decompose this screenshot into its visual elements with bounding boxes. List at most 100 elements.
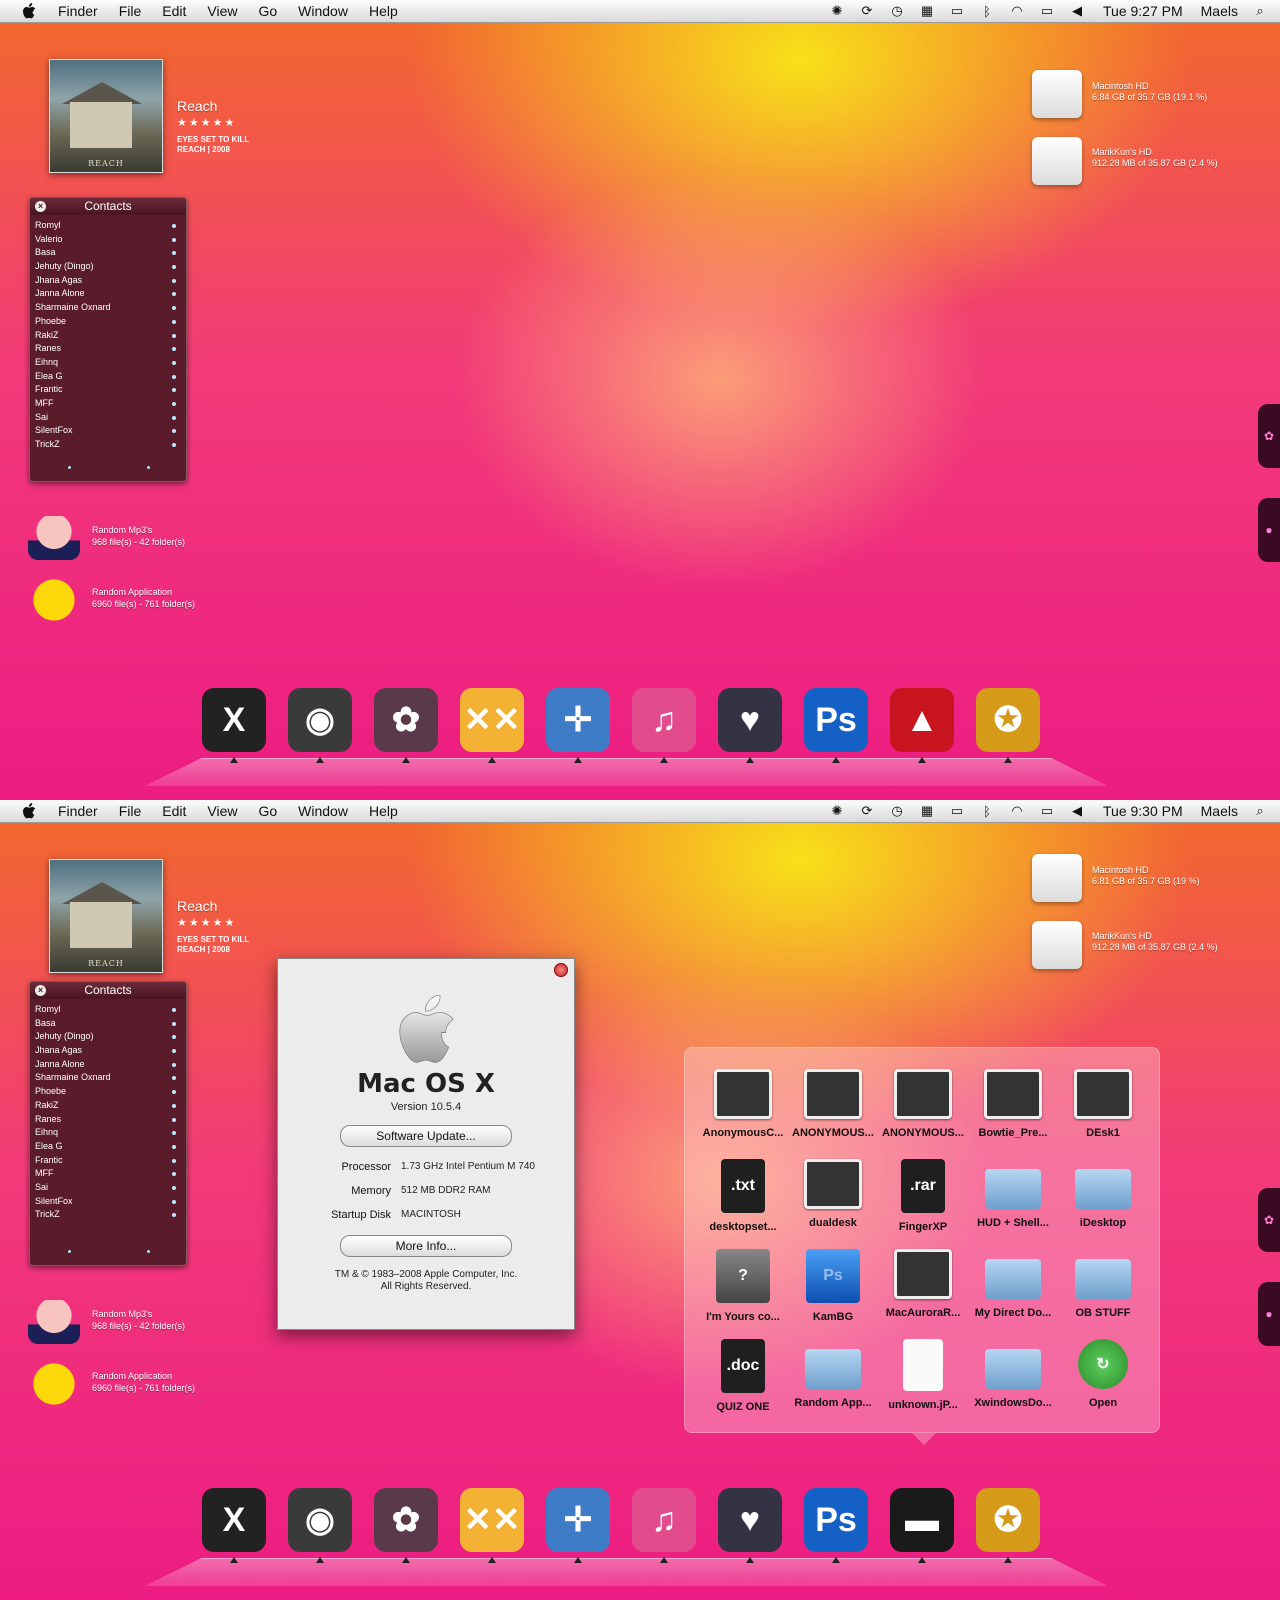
menu-user[interactable]: Maels bbox=[1201, 3, 1238, 19]
apple-menu-icon[interactable] bbox=[18, 3, 40, 19]
contact-item[interactable]: Janna Alone bbox=[35, 287, 178, 301]
stack-item[interactable]: AnonymousC... bbox=[698, 1065, 788, 1155]
contact-item[interactable]: Frantic bbox=[35, 1154, 178, 1168]
fan-icon[interactable]: ✺ bbox=[829, 803, 845, 819]
side-drawer-tab[interactable]: ✿ bbox=[1258, 1188, 1280, 1252]
dock-item[interactable]: ✿ bbox=[370, 1481, 442, 1563]
time-machine-icon[interactable]: ◷ bbox=[889, 803, 905, 819]
close-icon[interactable]: × bbox=[35, 985, 46, 996]
monster-icon[interactable] bbox=[28, 1362, 80, 1406]
dock-item[interactable]: ♫ bbox=[628, 1481, 700, 1563]
hard-drive-icon[interactable] bbox=[1032, 137, 1082, 185]
contact-item[interactable]: Jehuty (Dingo) bbox=[35, 1030, 178, 1044]
apple-menu-icon[interactable] bbox=[18, 803, 40, 819]
track-rating[interactable]: ★★★★★ bbox=[177, 116, 236, 129]
album-art[interactable]: REACH bbox=[49, 859, 163, 973]
contact-item[interactable]: TrickZ bbox=[35, 438, 178, 452]
battery-icon[interactable]: ▭ bbox=[1039, 803, 1055, 819]
side-drawer-tab[interactable]: ● bbox=[1258, 498, 1280, 562]
contact-item[interactable]: Sai bbox=[35, 411, 178, 425]
contact-item[interactable]: Basa bbox=[35, 246, 178, 260]
contact-item[interactable]: MFF bbox=[35, 397, 178, 411]
fan-icon[interactable]: ✺ bbox=[829, 3, 845, 19]
contact-item[interactable]: Sharmaine Oxnard bbox=[35, 301, 178, 315]
dock-item[interactable]: ♥ bbox=[714, 681, 786, 763]
contact-item[interactable]: RakiZ bbox=[35, 1099, 178, 1113]
menu-clock[interactable]: Tue 9:30 PM bbox=[1103, 803, 1183, 819]
dock-item[interactable]: X bbox=[198, 681, 270, 763]
menu-file[interactable]: File bbox=[119, 3, 142, 19]
contact-item[interactable]: Eihnq bbox=[35, 1126, 178, 1140]
menu-view[interactable]: View bbox=[207, 3, 237, 19]
contact-item[interactable]: Sai bbox=[35, 1181, 178, 1195]
menu-user[interactable]: Maels bbox=[1201, 803, 1238, 819]
contact-item[interactable]: SilentFox bbox=[35, 424, 178, 438]
contact-item[interactable]: Frantic bbox=[35, 383, 178, 397]
hard-drive-icon[interactable] bbox=[1032, 921, 1082, 969]
sync-icon[interactable]: ⟳ bbox=[859, 803, 875, 819]
bluetooth-icon[interactable]: ᛒ bbox=[979, 3, 995, 19]
stack-item[interactable]: XwindowsDo... bbox=[968, 1335, 1058, 1425]
menu-go[interactable]: Go bbox=[258, 803, 277, 819]
stack-item[interactable]: unknown.jP... bbox=[878, 1335, 968, 1425]
dock-item[interactable]: ✪ bbox=[972, 681, 1044, 763]
menu-finder[interactable]: Finder bbox=[58, 803, 98, 819]
stack-item[interactable]: My Direct Do... bbox=[968, 1245, 1058, 1335]
side-drawer-tab[interactable]: ✿ bbox=[1258, 404, 1280, 468]
contact-item[interactable]: Valerio bbox=[35, 233, 178, 247]
dock-item[interactable]: ◉ bbox=[284, 1481, 356, 1563]
display-icon[interactable]: ▭ bbox=[949, 3, 965, 19]
contact-item[interactable]: Phoebe bbox=[35, 315, 178, 329]
wifi-icon[interactable]: ◠ bbox=[1009, 3, 1025, 19]
contact-item[interactable]: MFF bbox=[35, 1167, 178, 1181]
contact-item[interactable]: RakiZ bbox=[35, 329, 178, 343]
stack-item[interactable]: Bowtie_Pre... bbox=[968, 1065, 1058, 1155]
menu-help[interactable]: Help bbox=[369, 3, 398, 19]
menu-go[interactable]: Go bbox=[258, 3, 277, 19]
software-update-button[interactable]: Software Update... bbox=[340, 1125, 512, 1147]
stack-item[interactable]: DEsk1 bbox=[1058, 1065, 1148, 1155]
dock-item[interactable]: ✕✕ bbox=[456, 681, 528, 763]
dock-item[interactable]: ✪ bbox=[972, 1481, 1044, 1563]
menu-finder[interactable]: Finder bbox=[58, 3, 98, 19]
contact-item[interactable]: Elea G bbox=[35, 1140, 178, 1154]
volume-icon[interactable]: ◀ bbox=[1069, 803, 1085, 819]
contact-item[interactable]: Elea G bbox=[35, 370, 178, 384]
stack-item[interactable]: HUD + Shell... bbox=[968, 1155, 1058, 1245]
stack-item[interactable]: MacAuroraR... bbox=[878, 1245, 968, 1335]
side-drawer-tab[interactable]: ● bbox=[1258, 1282, 1280, 1346]
spotlight-search-icon[interactable]: ⌕ bbox=[1252, 803, 1268, 819]
stack-item[interactable]: dualdesk bbox=[788, 1155, 878, 1245]
contact-item[interactable]: TrickZ bbox=[35, 1208, 178, 1222]
hard-drive-icon[interactable] bbox=[1032, 854, 1082, 902]
stack-item[interactable]: .txt desktopset... bbox=[698, 1155, 788, 1245]
display-icon[interactable]: ▭ bbox=[949, 803, 965, 819]
dock-item[interactable]: Ps bbox=[800, 681, 872, 763]
menu-window[interactable]: Window bbox=[298, 803, 348, 819]
stack-item[interactable]: Random App... bbox=[788, 1335, 878, 1425]
stack-item[interactable]: .rar FingerXP bbox=[878, 1155, 968, 1245]
pig-icon[interactable] bbox=[28, 516, 80, 560]
spaces-icon[interactable]: ▦ bbox=[919, 803, 935, 819]
menu-edit[interactable]: Edit bbox=[162, 3, 186, 19]
contact-item[interactable]: Jhana Agas bbox=[35, 1044, 178, 1058]
menu-window[interactable]: Window bbox=[298, 3, 348, 19]
random-mp3-widget[interactable]: Random Mp3's 968 file(s) - 42 folder(s) bbox=[92, 1308, 185, 1332]
stack-item[interactable]: ANONYMOUS... bbox=[878, 1065, 968, 1155]
contact-item[interactable]: Romyl bbox=[35, 1003, 178, 1017]
stack-item[interactable]: Ps KamBG bbox=[788, 1245, 878, 1335]
dock-item[interactable]: ◉ bbox=[284, 681, 356, 763]
stack-item[interactable]: OB STUFF bbox=[1058, 1245, 1148, 1335]
contact-item[interactable]: Basa bbox=[35, 1017, 178, 1031]
dock-item[interactable]: ✕✕ bbox=[456, 1481, 528, 1563]
album-art[interactable]: REACH bbox=[49, 59, 163, 173]
stack-item[interactable]: ↻ Open bbox=[1058, 1335, 1148, 1425]
dock-item[interactable]: ▲ bbox=[886, 681, 958, 763]
contact-item[interactable]: Jehuty (Dingo) bbox=[35, 260, 178, 274]
dock-item[interactable]: ✛ bbox=[542, 1481, 614, 1563]
dock-item[interactable]: ♥ bbox=[714, 1481, 786, 1563]
dock-item[interactable]: ✿ bbox=[370, 681, 442, 763]
spotlight-search-icon[interactable]: ⌕ bbox=[1252, 3, 1268, 19]
more-info-button[interactable]: More Info... bbox=[340, 1235, 512, 1257]
menu-help[interactable]: Help bbox=[369, 803, 398, 819]
